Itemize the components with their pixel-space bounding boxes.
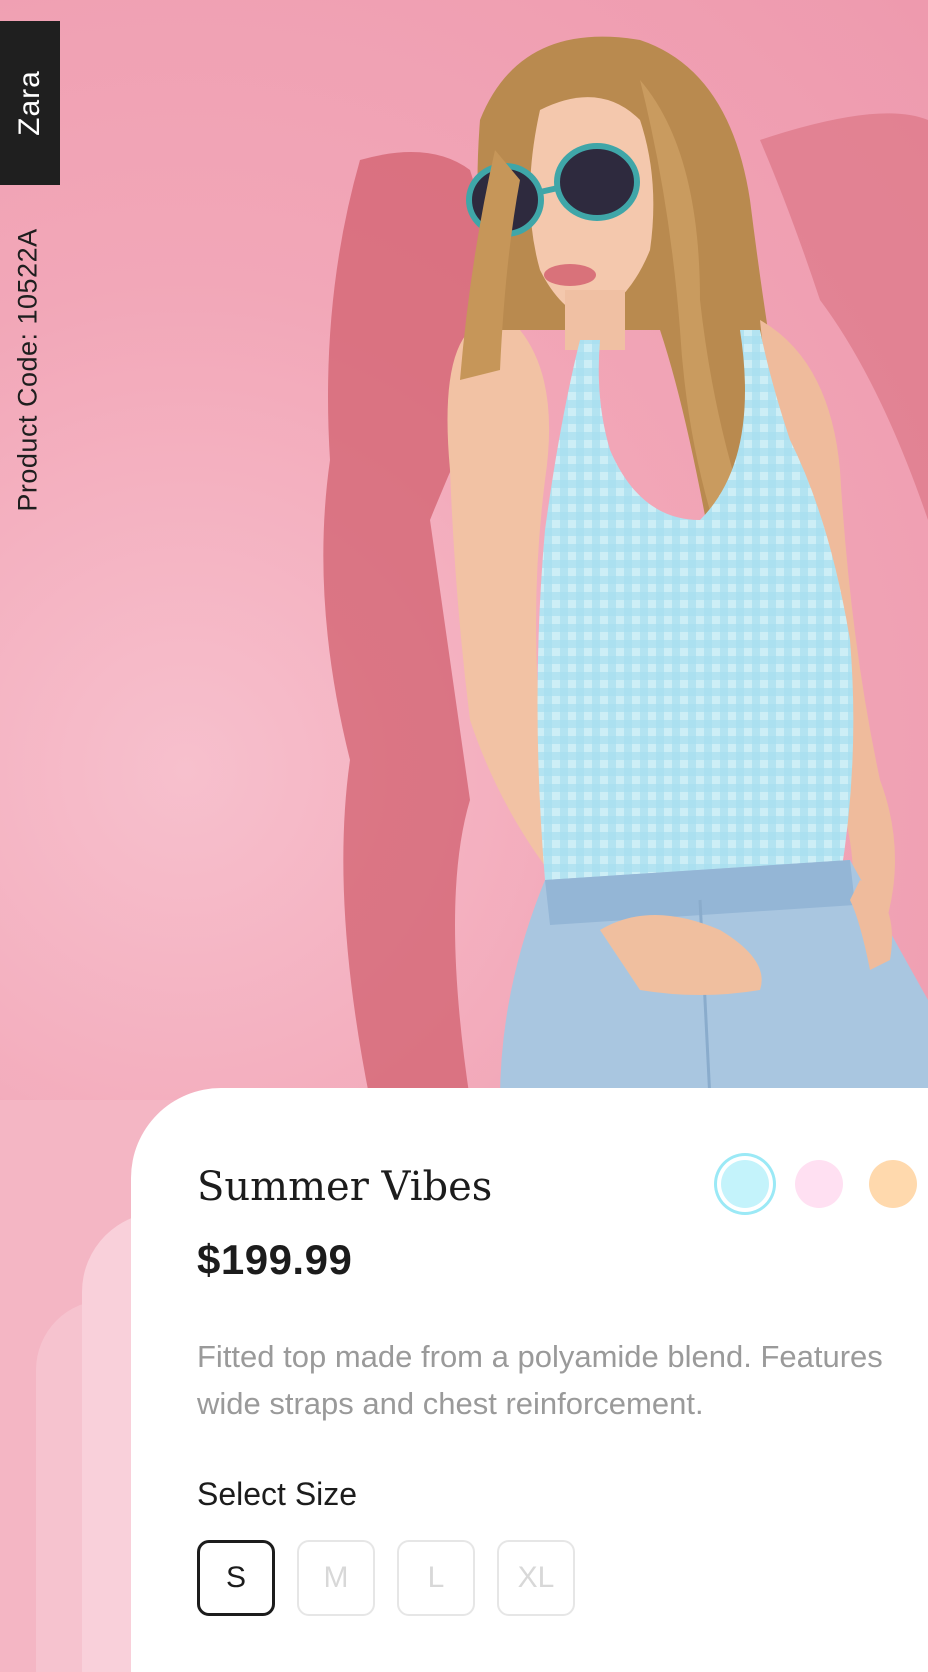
size-option-s[interactable]: S bbox=[197, 1540, 275, 1616]
color-swatch-peach[interactable] bbox=[869, 1160, 917, 1208]
size-options: S M L XL bbox=[197, 1540, 575, 1616]
product-hero-image bbox=[0, 0, 928, 1100]
product-title: Summer Vibes bbox=[197, 1164, 493, 1210]
size-option-m[interactable]: M bbox=[297, 1540, 375, 1616]
size-option-l[interactable]: L bbox=[397, 1540, 475, 1616]
product-details-card: Summer Vibes $199.99 Fitted top made fro… bbox=[131, 1088, 928, 1672]
color-swatch-light-blue[interactable] bbox=[721, 1160, 769, 1208]
color-swatches bbox=[721, 1160, 917, 1208]
model-photo-illustration bbox=[323, 36, 928, 1100]
color-swatch-light-pink[interactable] bbox=[795, 1160, 843, 1208]
select-size-label: Select Size bbox=[197, 1476, 358, 1512]
brand-tag[interactable]: Zara bbox=[0, 21, 60, 185]
brand-name: Zara bbox=[13, 70, 46, 136]
product-code: Product Code: 10522A bbox=[12, 228, 43, 512]
product-price: $199.99 bbox=[197, 1236, 353, 1283]
size-option-xl[interactable]: XL bbox=[497, 1540, 575, 1616]
product-description: Fitted top made from a polyamide blend. … bbox=[197, 1339, 883, 1421]
